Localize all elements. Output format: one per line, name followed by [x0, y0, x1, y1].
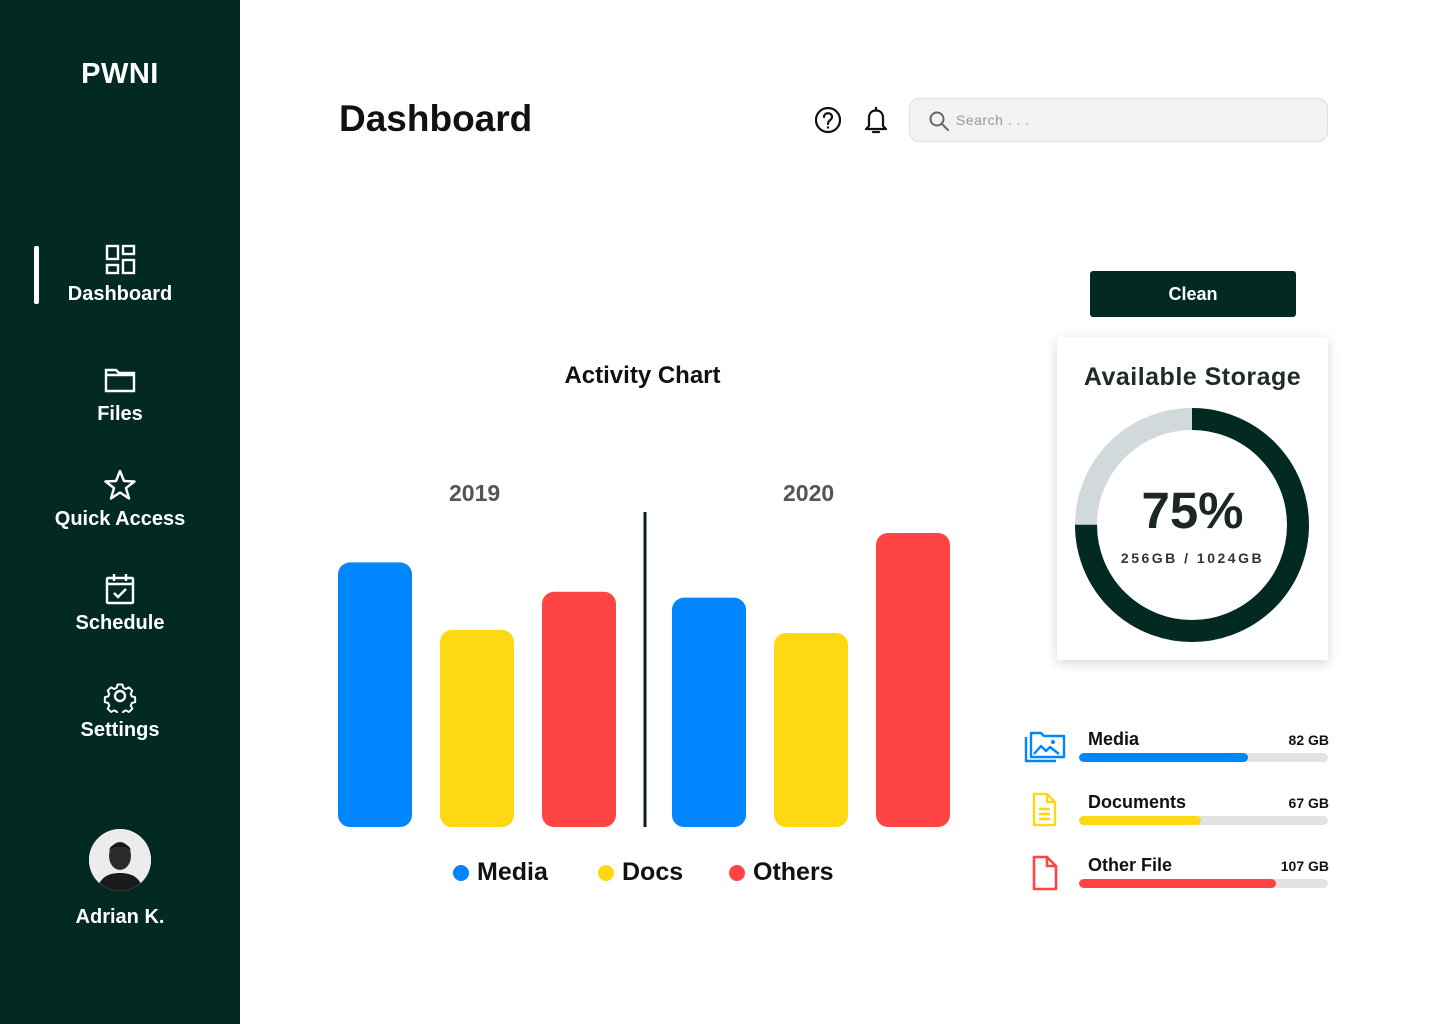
legend-item-others: Others	[729, 858, 834, 887]
storage-progress-fill	[1079, 879, 1276, 888]
storage-item-name: Documents	[1088, 792, 1187, 812]
search-icon	[929, 111, 949, 131]
legend-swatch	[598, 864, 614, 881]
chart-category-label: 2020	[783, 480, 835, 506]
sidebar-item-settings[interactable]: Settings	[0, 679, 240, 742]
media-images-icon	[1024, 731, 1066, 763]
search-bar[interactable]	[909, 98, 1328, 142]
user-name: Adrian K.	[75, 906, 165, 928]
storage-progress-track	[1079, 879, 1328, 888]
sidebar-item-quick-access[interactable]: Quick Access	[0, 468, 240, 531]
sidebar-item-label: Settings	[80, 719, 160, 741]
clean-button[interactable]: Clean	[1090, 271, 1296, 317]
storage-title: Available Storage	[1083, 363, 1302, 391]
search-input[interactable]	[956, 107, 1306, 133]
sidebar-item-files[interactable]: Files	[0, 363, 240, 426]
app-root: PWNI Dashboard Files Quick Access Schedu…	[0, 0, 1440, 1024]
legend-label: Docs	[622, 858, 684, 886]
sidebar-item-label: Dashboard	[67, 283, 173, 305]
storage-progress-track	[1079, 816, 1328, 825]
storage-item-name: Other File	[1088, 855, 1173, 875]
brand-logo: PWNI	[81, 58, 159, 90]
calendar-check-icon	[105, 574, 135, 605]
storage-item-name: Media	[1088, 729, 1140, 749]
document-icon	[1032, 792, 1057, 827]
storage-progress-fill	[1079, 753, 1249, 762]
storage-item-size: 82 GB	[1288, 732, 1329, 748]
help-icon[interactable]	[813, 104, 843, 136]
chart-category-label: 2019	[449, 480, 501, 506]
sidebar-item-label: Files	[97, 403, 143, 425]
chart-title: Activity Chart	[564, 362, 721, 389]
sidebar: PWNI Dashboard Files Quick Access Schedu…	[0, 0, 240, 1024]
legend-swatch	[729, 864, 745, 881]
file-icon	[1032, 855, 1058, 891]
bell-icon[interactable]	[861, 104, 891, 136]
storage-percent: 75%	[1141, 482, 1244, 539]
star-icon	[104, 469, 136, 500]
storage-item-size: 107 GB	[1280, 858, 1329, 874]
legend-label: Others	[753, 858, 834, 886]
sidebar-item-label: Quick Access	[54, 508, 186, 530]
gear-icon	[103, 683, 137, 713]
storage-progress-track	[1079, 753, 1328, 762]
bar-media-2020	[672, 597, 746, 827]
storage-item-other-file[interactable]: Other File 107 GB	[1024, 855, 1329, 901]
legend-item-docs: Docs	[598, 858, 683, 887]
legend-item-media: Media	[453, 858, 548, 887]
bar-others-2020	[876, 533, 950, 827]
bar-media-2019	[338, 562, 412, 827]
sidebar-item-label: Schedule	[75, 612, 165, 634]
storage-progress-fill	[1079, 816, 1201, 825]
storage-detail: 256GB / 1024GB	[1120, 550, 1265, 566]
folder-icon	[104, 368, 136, 393]
sidebar-item-schedule[interactable]: Schedule	[0, 572, 240, 635]
legend-label: Media	[477, 858, 548, 886]
avatar[interactable]	[89, 829, 151, 891]
page-title: Dashboard	[339, 98, 533, 139]
storage-item-documents[interactable]: Documents 67 GB	[1024, 792, 1329, 838]
storage-item-size: 67 GB	[1288, 795, 1329, 811]
legend-swatch	[453, 864, 469, 881]
user-portrait-icon	[89, 829, 151, 891]
sidebar-item-dashboard[interactable]: Dashboard	[0, 243, 240, 306]
storage-item-media[interactable]: Media 82 GB	[1024, 729, 1329, 775]
storage-card: Available Storage 75% 256GB / 1024GB	[1057, 337, 1328, 660]
bar-docs-2019	[440, 630, 514, 827]
bar-docs-2020	[774, 632, 848, 827]
dashboard-grid-icon	[105, 244, 136, 275]
bar-others-2019	[542, 591, 616, 827]
activity-chart	[338, 512, 950, 827]
